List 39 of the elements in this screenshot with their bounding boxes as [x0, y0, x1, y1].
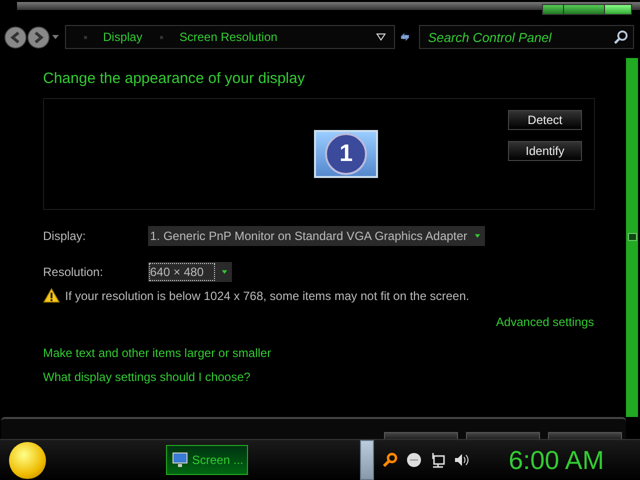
network-icon[interactable]	[430, 452, 446, 468]
panel-button[interactable]: Identify	[508, 141, 582, 161]
caret-icon[interactable]	[52, 34, 59, 40]
search-box[interactable]: Search Control Panel	[419, 25, 634, 49]
scrollbar[interactable]	[626, 58, 638, 417]
search-icon[interactable]	[614, 30, 629, 44]
clock[interactable]: 6:00 AM	[508, 444, 604, 476]
back-icon[interactable]	[4, 26, 27, 48]
start-button[interactable]	[9, 442, 46, 478]
breadcrumb-item[interactable]: Display	[103, 30, 142, 44]
help-link[interactable]: What display settings should I choose?	[43, 370, 250, 384]
circle-icon[interactable]	[406, 452, 422, 468]
warning-text: If your resolution is below 1024 x 768, some items may not fit on the screen.	[65, 288, 470, 302]
field-label: Resolution:	[43, 265, 104, 279]
magnifier-icon[interactable]	[382, 452, 398, 468]
maximize-button[interactable]	[564, 5, 604, 14]
breadcrumb-item[interactable]: Screen Resolution	[179, 30, 278, 44]
caret-icon	[474, 233, 482, 239]
advanced-settings-link[interactable]: Advanced settings	[496, 315, 594, 329]
panel-button[interactable]: Detect	[508, 110, 582, 130]
address-bar[interactable]: Display Screen Resolution	[65, 25, 395, 49]
minimize-button[interactable]	[543, 5, 563, 14]
dropdown[interactable]: 640 × 480	[148, 262, 232, 282]
field-label: Display:	[43, 229, 87, 243]
help-link[interactable]: Make text and other items larger or smaller	[43, 346, 272, 360]
monitor-number: 1	[339, 140, 353, 168]
tray-handle[interactable]	[360, 440, 374, 480]
scroll-thumb[interactable]	[628, 233, 637, 241]
forward-icon[interactable]	[27, 26, 50, 48]
speaker-icon[interactable]	[454, 452, 470, 468]
caret-icon	[220, 269, 228, 275]
taskbar-button[interactable]: Screen ...	[166, 445, 248, 475]
monitor-icon	[172, 452, 188, 468]
warning-icon	[43, 288, 60, 303]
dropdown[interactable]: 1. Generic PnP Monitor on Standard VGA Graphics Adapter	[148, 226, 486, 246]
monitor-tile[interactable]: 1	[314, 130, 378, 178]
dropdown-icon[interactable]	[376, 33, 386, 41]
search-field[interactable]: Search Control Panel	[420, 26, 614, 48]
page-heading: Change the appearance of your display	[43, 70, 306, 87]
